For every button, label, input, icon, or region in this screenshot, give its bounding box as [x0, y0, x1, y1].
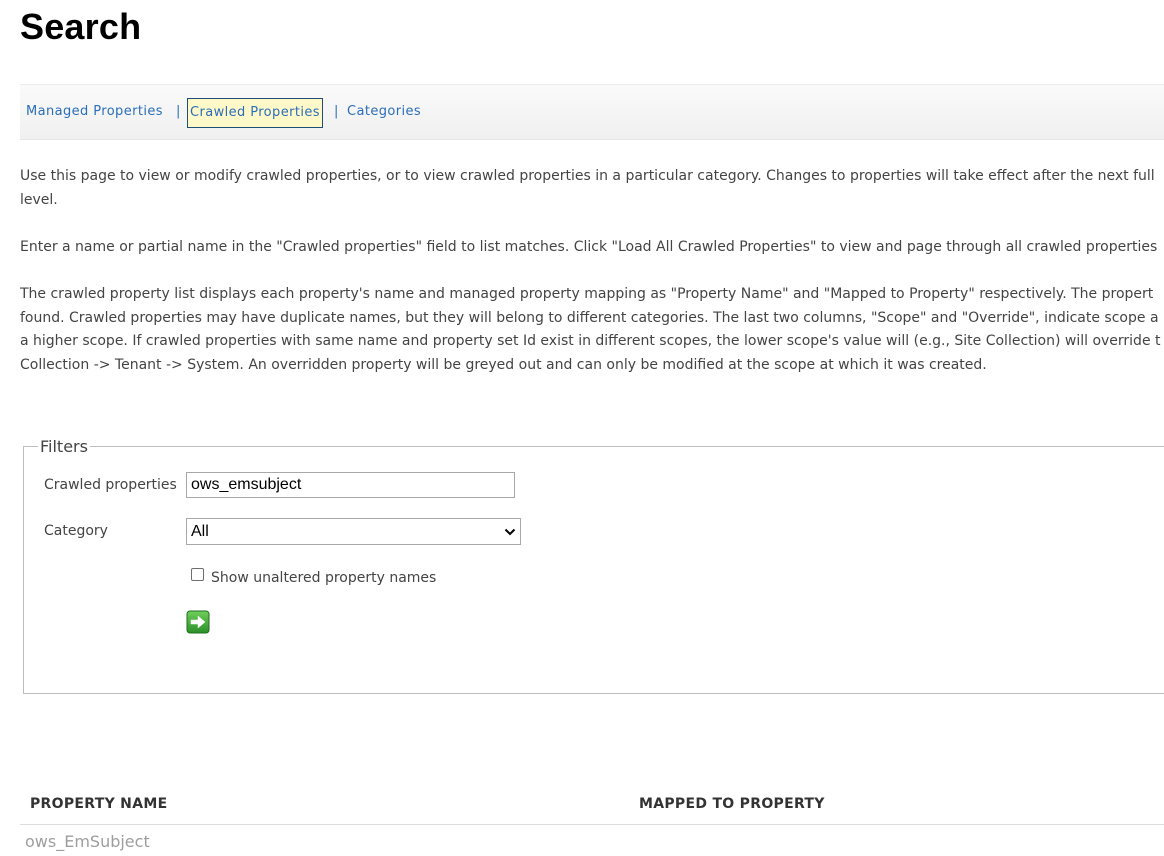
category-label: Category: [44, 523, 108, 539]
description-paragraph-3: The crawled property list displays each …: [20, 283, 1164, 377]
column-header-mapped-to-property[interactable]: MAPPED TO PROPERTY: [639, 796, 825, 812]
nav-separator: |: [176, 104, 181, 119]
chevron-down-icon: [504, 528, 516, 536]
crawled-properties-input[interactable]: ows_emsubject: [186, 472, 515, 498]
page-title: Search: [20, 6, 142, 47]
category-selected-value: All: [191, 523, 209, 540]
nav-categories[interactable]: Categories: [347, 98, 421, 128]
description-line: The crawled property list displays each …: [20, 286, 1154, 302]
category-select[interactable]: All: [186, 518, 521, 545]
description-line: a higher scope. If crawled properties wi…: [20, 333, 1161, 349]
show-unaltered-checkbox[interactable]: [191, 568, 204, 581]
nav-managed-properties[interactable]: Managed Properties: [26, 98, 163, 128]
filters-fieldset: Filters Crawled properties ows_emsubject…: [23, 438, 1164, 694]
description-line: Collection -> Tenant -> System. An overr…: [20, 356, 987, 373]
description-line: Use this page to view or modify crawled …: [20, 168, 1155, 184]
table-header: PROPERTY NAME MAPPED TO PROPERTY: [20, 789, 1164, 825]
show-unaltered-label: Show unaltered property names: [211, 570, 437, 586]
description-line: Enter a name or partial name in the "Cra…: [20, 239, 1158, 255]
property-name-cell[interactable]: ows_EmSubject: [25, 832, 150, 851]
column-header-property-name[interactable]: PROPERTY NAME: [30, 796, 167, 812]
description-paragraph-2: Enter a name or partial name in the "Cra…: [20, 235, 1164, 259]
crawled-properties-label: Crawled properties: [44, 477, 177, 493]
description-paragraph-1: Use this page to view or modify crawled …: [20, 164, 1164, 212]
description-line: level.: [20, 192, 58, 208]
description-line: found. Crawled properties may have dupli…: [20, 309, 1159, 326]
go-arrow-icon[interactable]: [186, 610, 210, 634]
filters-legend: Filters: [38, 437, 90, 456]
property-nav-bar: Managed Properties | Crawled Properties …: [20, 84, 1164, 140]
nav-separator: |: [334, 104, 339, 119]
table-row: ows_EmSubject: [20, 826, 1164, 856]
nav-crawled-properties[interactable]: Crawled Properties: [187, 98, 323, 128]
